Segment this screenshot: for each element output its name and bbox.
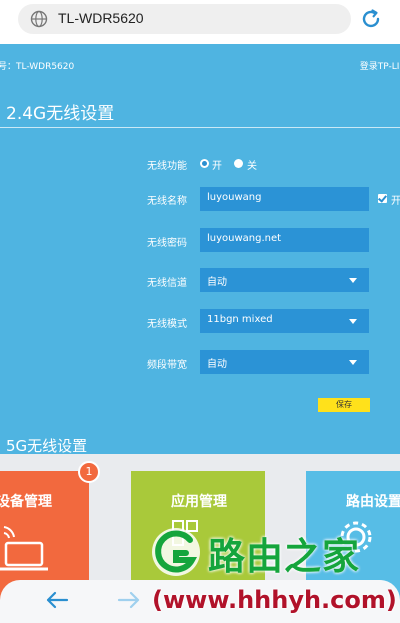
channel-label: 无线信道 xyxy=(147,278,187,289)
bandwidth-label: 频段带宽 xyxy=(147,360,187,371)
ssid-label: 无线名称 xyxy=(147,196,187,207)
forward-arrow-icon[interactable] xyxy=(116,590,142,610)
wireless-on-radio[interactable] xyxy=(200,159,209,168)
watermark-text: 路由之家 xyxy=(208,535,360,578)
wireless-on-label: 开 xyxy=(212,161,222,172)
model-text: 号：TL-WDR5620 xyxy=(0,62,75,72)
ssid-broadcast-checkbox[interactable] xyxy=(378,194,387,203)
ssid-input[interactable]: luyouwang xyxy=(200,187,369,211)
refresh-icon[interactable] xyxy=(360,8,382,30)
mode-value: 11bgn mixed xyxy=(207,314,273,325)
back-arrow-icon[interactable] xyxy=(44,590,70,610)
browser-address-bar: TL-WDR5620 xyxy=(0,0,400,44)
wireless-off-label: 关 xyxy=(247,161,257,172)
url-text: TL-WDR5620 xyxy=(58,10,144,26)
tile-device-label: 设备管理 xyxy=(0,494,52,510)
url-field[interactable]: TL-WDR5620 xyxy=(18,4,351,34)
mode-label: 无线模式 xyxy=(147,319,187,330)
password-input[interactable]: luyouwang.net xyxy=(200,228,369,252)
chevron-down-icon xyxy=(349,319,357,324)
tile-router-label: 路由设置 xyxy=(346,494,400,510)
watermark-url: (www.hhhyh.com) xyxy=(152,586,397,614)
channel-value: 自动 xyxy=(207,277,227,288)
save-button[interactable]: 保存 xyxy=(318,398,370,412)
section-title-5g: 5G无线设置 xyxy=(6,437,88,455)
section-title-24g: 2.4G无线设置 xyxy=(6,104,115,124)
bandwidth-select[interactable]: 自动 xyxy=(200,350,369,374)
laptop-icon xyxy=(0,526,48,571)
mode-select[interactable]: 11bgn mixed xyxy=(200,309,369,333)
ssid-broadcast-label: 开 xyxy=(391,196,400,207)
password-value: luyouwang.net xyxy=(207,233,282,244)
password-label: 无线密码 xyxy=(147,238,187,249)
wireless-function-label: 无线功能 xyxy=(147,161,187,172)
section-divider xyxy=(0,127,400,128)
ssid-value: luyouwang xyxy=(207,192,262,203)
globe-icon xyxy=(30,10,48,28)
wireless-off-radio[interactable] xyxy=(234,159,243,168)
tile-apps-label: 应用管理 xyxy=(171,494,227,510)
notification-badge: 1 xyxy=(78,461,100,483)
chevron-down-icon xyxy=(349,360,357,365)
chevron-down-icon xyxy=(349,278,357,283)
watermark-logo-icon xyxy=(152,528,200,576)
bandwidth-value: 自动 xyxy=(207,359,227,370)
login-link[interactable]: 登录TP-LINK xyxy=(360,59,400,72)
channel-select[interactable]: 自动 xyxy=(200,268,369,292)
